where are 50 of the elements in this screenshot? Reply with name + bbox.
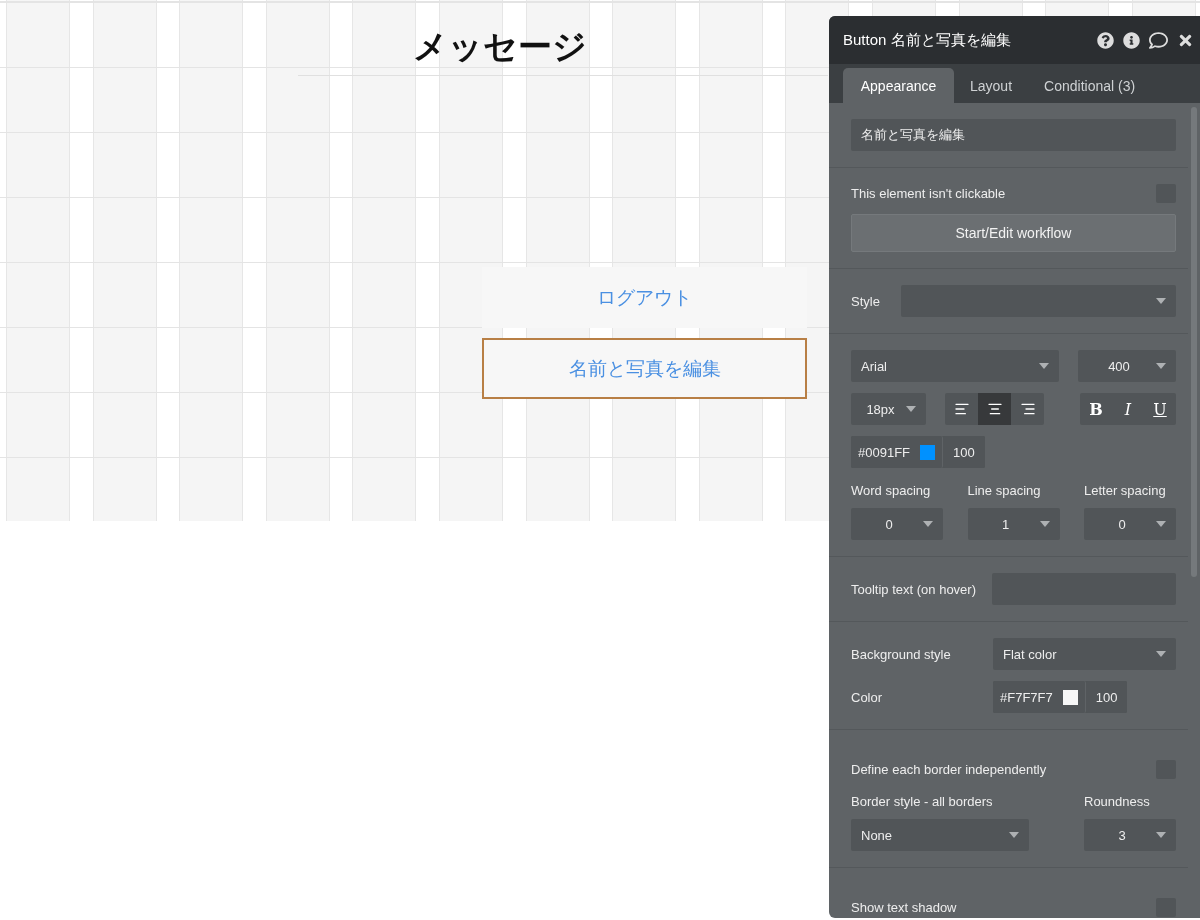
checkbox[interactable] bbox=[1156, 898, 1176, 917]
align-left-icon bbox=[953, 401, 970, 417]
tab[interactable]: Appearance bbox=[843, 68, 954, 103]
caret-icon bbox=[1156, 363, 1166, 369]
background-dropdown[interactable]: Flat color bbox=[993, 638, 1176, 670]
format-button[interactable]: B bbox=[1080, 393, 1112, 425]
field-label: Color bbox=[851, 689, 884, 705]
caret-icon bbox=[1156, 832, 1166, 838]
caret-icon bbox=[1039, 363, 1049, 369]
page-title: メッセージ bbox=[412, 26, 588, 67]
spacing-dropdown[interactable]: 0 bbox=[851, 508, 943, 540]
field-label: Show text shadow bbox=[851, 900, 957, 915]
roundness-dropdown[interactable]: 3 bbox=[1084, 819, 1176, 851]
text-field[interactable]: 名前と写真を編集 bbox=[851, 119, 1176, 151]
comment-icon[interactable] bbox=[1149, 30, 1168, 50]
field-label: Word spacing bbox=[851, 483, 932, 498]
border-dropdown[interactable]: None bbox=[851, 819, 1029, 851]
align-right-icon bbox=[1019, 401, 1036, 417]
tab[interactable]: Layout bbox=[954, 68, 1029, 103]
field-label: Background style bbox=[851, 646, 952, 662]
panel-title: Button 名前と写真を編集 bbox=[843, 30, 1012, 50]
align-button[interactable] bbox=[978, 393, 1011, 425]
field-label: Letter spacing bbox=[1084, 483, 1167, 498]
format-button[interactable]: U bbox=[1144, 393, 1176, 425]
spacing-dropdown[interactable]: 0 bbox=[1084, 508, 1176, 540]
caret-icon bbox=[1156, 298, 1166, 304]
field-label: Tooltip text (on hover) bbox=[851, 581, 976, 597]
caret-icon bbox=[1156, 651, 1166, 657]
caret-icon bbox=[1009, 832, 1019, 838]
field-label: Style bbox=[851, 293, 881, 309]
color-field[interactable]: #F7F7F7 bbox=[993, 681, 1086, 713]
color-swatch[interactable] bbox=[920, 444, 936, 460]
workflow-button[interactable]: Start/Edit workflow bbox=[851, 214, 1176, 252]
caret-icon bbox=[906, 406, 916, 412]
font-dropdown[interactable]: Arial bbox=[851, 350, 1059, 382]
align-center-icon bbox=[986, 401, 1003, 417]
help-icon[interactable] bbox=[1097, 31, 1114, 49]
field-label: This element isn't clickable bbox=[851, 186, 1006, 201]
color-swatch[interactable] bbox=[1062, 689, 1078, 705]
field-label: Define each border independently bbox=[851, 762, 1047, 777]
field-label: Border style - all borders bbox=[851, 794, 994, 809]
spacing-dropdown[interactable]: 1 bbox=[967, 508, 1060, 540]
info-icon[interactable] bbox=[1123, 31, 1140, 49]
format-button[interactable]: I bbox=[1112, 393, 1144, 425]
tab[interactable]: Conditional (3) bbox=[1028, 68, 1152, 103]
size-dropdown[interactable]: 18px bbox=[851, 393, 926, 425]
field-label: Roundness bbox=[1084, 794, 1151, 809]
color-field[interactable]: #0091FF bbox=[851, 436, 944, 468]
field-label: Line spacing bbox=[967, 483, 1042, 498]
weight-dropdown[interactable]: 400 bbox=[1078, 350, 1176, 382]
